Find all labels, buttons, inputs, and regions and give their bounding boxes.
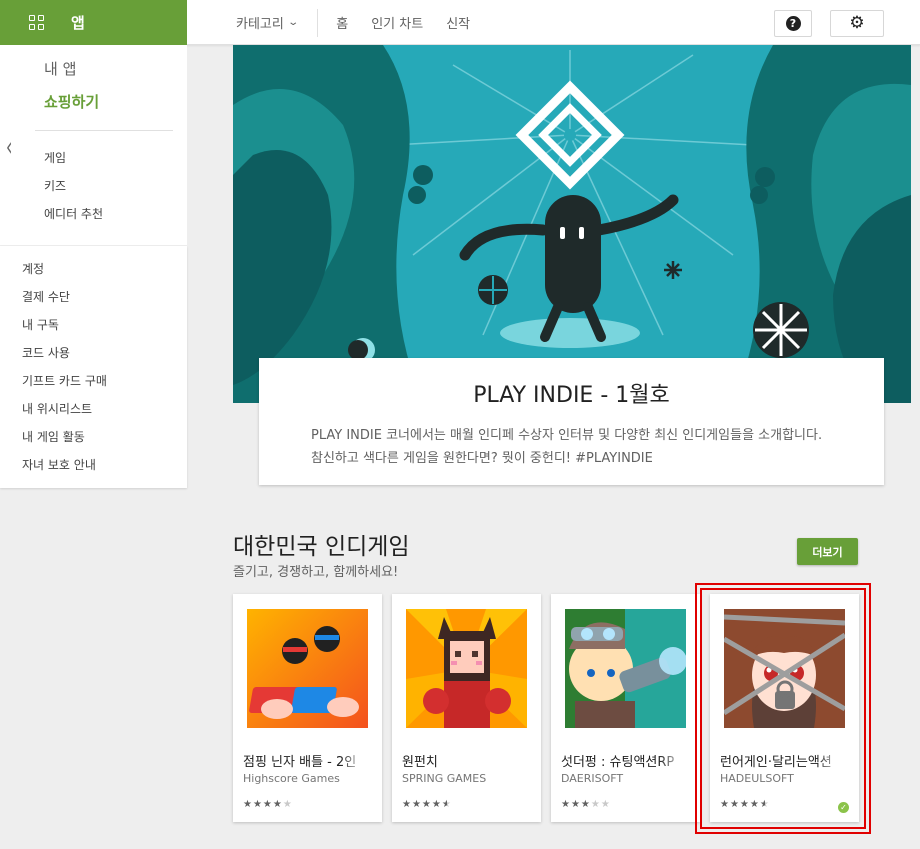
sidebar-item-editors-choice[interactable]: 에디터 추천 — [44, 205, 103, 222]
account-item-play-activity[interactable]: 내 게임 활동 — [22, 428, 85, 445]
section-title[interactable]: 대한민국 인디게임 — [233, 527, 410, 561]
banner-title: PLAY INDIE - 1월호 — [473, 383, 670, 408]
app-name[interactable]: 섯더펑 : 슈팅액션RP — [561, 751, 686, 770]
app-card[interactable]: 점핑 닌자 배틀 - 2인 Highscore Games ★★★★★ — [233, 594, 382, 822]
nav-divider — [317, 8, 319, 37]
category-dropdown[interactable]: 카테고리 ⌄ — [236, 13, 299, 32]
sidebar-item-kids[interactable]: 키즈 — [44, 177, 66, 194]
highlight-box — [695, 583, 871, 834]
apps-grid-icon — [29, 15, 44, 30]
account-item-account[interactable]: 계정 — [22, 260, 44, 277]
banner-info-card[interactable]: PLAY INDIE - 1월호 PLAY INDIE 코너에서는 매월 인디페… — [259, 358, 884, 485]
app-card[interactable]: 섯더펑 : 슈팅액션RP DAERISOFT ★★★★★ — [551, 594, 700, 822]
section-subtitle: 즐기고, 경쟁하고, 함께하세요! — [233, 565, 399, 580]
account-item-redeem[interactable]: 코드 사용 — [22, 344, 70, 361]
settings-button[interactable]: ⚙ — [830, 10, 884, 37]
apps-tab[interactable]: 앱 — [0, 0, 187, 45]
sidebar-nav: ‹ 내 앱 쇼핑하기 게임 키즈 에디터 추천 — [0, 45, 187, 245]
app-icon[interactable] — [247, 609, 368, 728]
account-item-gift-card[interactable]: 기프트 카드 구매 — [22, 372, 107, 389]
account-item-wishlist[interactable]: 내 위시리스트 — [22, 400, 92, 417]
gear-icon: ⚙ — [849, 13, 865, 33]
app-name[interactable]: 원펀치 — [402, 751, 527, 770]
help-icon: ? — [785, 16, 801, 31]
see-more-button[interactable]: 더보기 — [797, 538, 858, 565]
account-menu: 계정 결제 수단 내 구독 코드 사용 기프트 카드 구매 내 위시리스트 내 … — [0, 246, 187, 488]
nav-top-charts[interactable]: 인기 차트 — [371, 13, 423, 32]
account-item-payment[interactable]: 결제 수단 — [22, 288, 70, 305]
app-icon[interactable] — [406, 609, 527, 728]
account-item-subscriptions[interactable]: 내 구독 — [22, 316, 59, 333]
app-developer[interactable]: DAERISOFT — [561, 772, 686, 785]
star-rating: ★★★★★ — [243, 799, 293, 810]
banner-illustration — [233, 45, 911, 403]
account-item-parent-guide[interactable]: 자녀 보호 안내 — [22, 456, 96, 473]
category-label: 카테고리 — [236, 17, 284, 32]
app-card[interactable]: 원펀치 SPRING GAMES ★★★★★ — [392, 594, 541, 822]
sidebar-divider — [35, 130, 173, 131]
banner-description: PLAY INDIE 코너에서는 매월 인디페 수상자 인터뷰 및 다양한 최신… — [311, 428, 823, 466]
top-bar: 앱 카테고리 ⌄ 홈 인기 차트 신작 ? ⚙ — [0, 0, 920, 45]
apps-tab-label: 앱 — [71, 14, 85, 32]
featured-banner[interactable] — [233, 45, 911, 403]
sidebar-item-my-apps[interactable]: 내 앱 — [44, 58, 76, 79]
app-developer[interactable]: SPRING GAMES — [402, 772, 527, 785]
nav-new-releases[interactable]: 신작 — [446, 13, 470, 32]
top-nav: 카테고리 ⌄ 홈 인기 차트 신작 — [236, 0, 493, 45]
star-rating: ★★★★★ — [561, 799, 611, 810]
chevron-left-icon[interactable]: ‹ — [6, 131, 12, 161]
chevron-down-icon: ⌄ — [287, 17, 299, 28]
star-rating: ★★★★★ — [402, 799, 452, 810]
sidebar-item-games[interactable]: 게임 — [44, 149, 66, 166]
app-icon[interactable] — [565, 609, 686, 728]
app-developer[interactable]: Highscore Games — [243, 772, 368, 785]
app-name[interactable]: 점핑 닌자 배틀 - 2인 — [243, 751, 368, 770]
nav-home[interactable]: 홈 — [336, 13, 348, 32]
sidebar-item-shop[interactable]: 쇼핑하기 — [44, 91, 99, 112]
help-button[interactable]: ? — [774, 10, 812, 37]
